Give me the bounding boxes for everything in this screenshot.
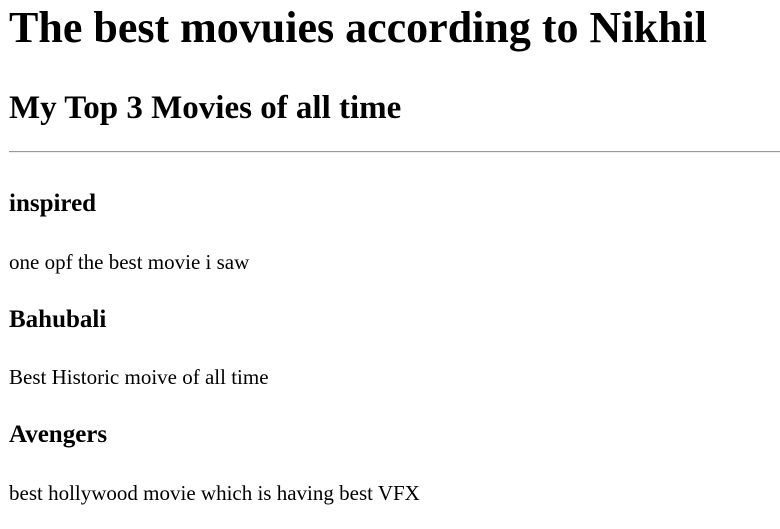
movie-description-3: best hollywood movie which is having bes… bbox=[9, 481, 420, 505]
movie-description-2: Best Historic moive of all time bbox=[9, 365, 269, 389]
movie-title-3: Avengers bbox=[9, 421, 108, 448]
movie-description-1: one opf the best movie i saw bbox=[9, 250, 250, 274]
page-title: The best movuies according to Nikhil bbox=[9, 3, 707, 52]
movie-title-1: inspired bbox=[9, 190, 97, 217]
page: The best movuies according to Nikhil My … bbox=[0, 0, 780, 529]
movie-title-2: Bahubali bbox=[9, 306, 107, 333]
divider bbox=[9, 151, 780, 153]
page-subtitle: My Top 3 Movies of all time bbox=[9, 90, 402, 126]
